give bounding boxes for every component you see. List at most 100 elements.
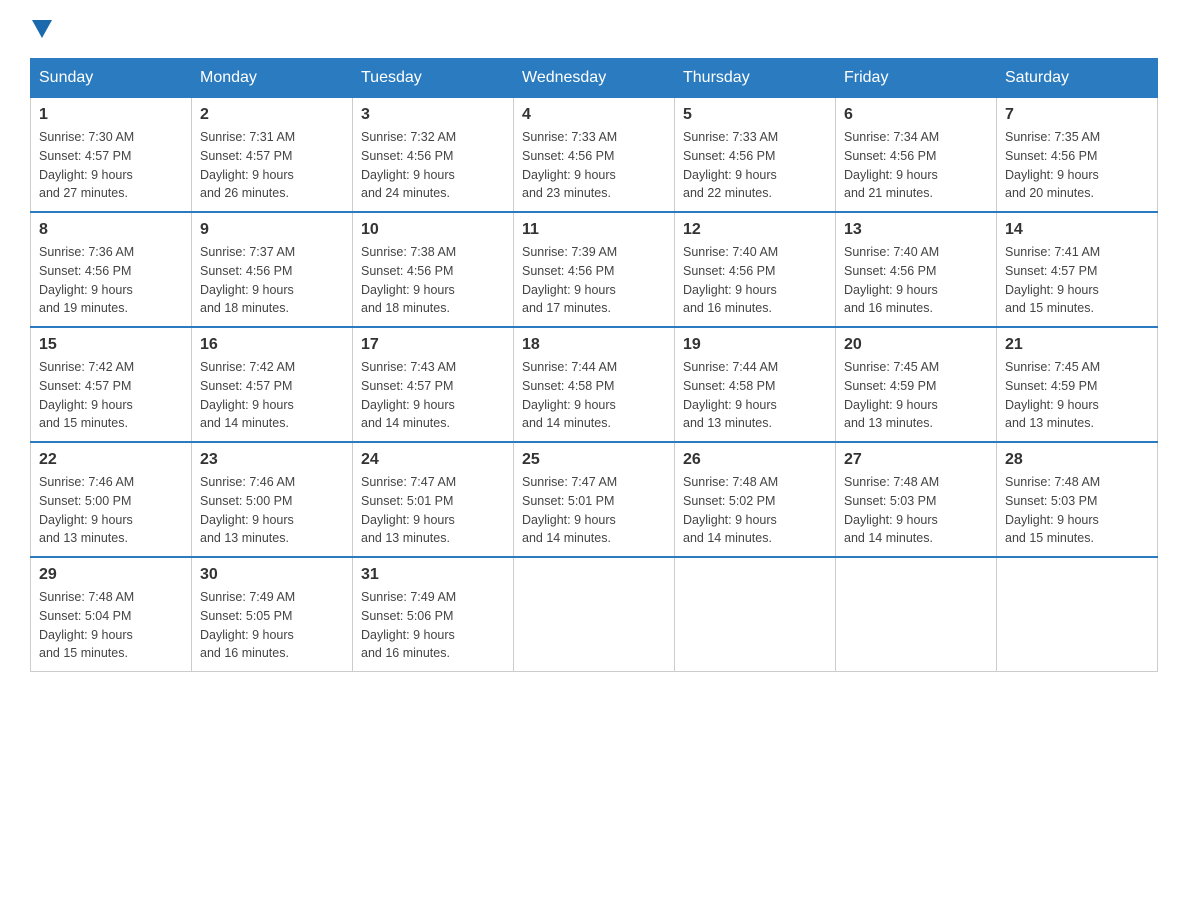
logo: [30, 20, 52, 38]
calendar-header-row: SundayMondayTuesdayWednesdayThursdayFrid…: [31, 59, 1158, 98]
calendar-cell: 31 Sunrise: 7:49 AMSunset: 5:06 PMDayligh…: [353, 557, 514, 672]
calendar-table: SundayMondayTuesdayWednesdayThursdayFrid…: [30, 58, 1158, 672]
calendar-cell: 5 Sunrise: 7:33 AMSunset: 4:56 PMDaylight…: [675, 98, 836, 213]
day-info: Sunrise: 7:49 AMSunset: 5:06 PMDaylight:…: [361, 588, 505, 663]
day-number: 30: [200, 566, 344, 584]
day-number: 6: [844, 106, 988, 124]
day-info: Sunrise: 7:49 AMSunset: 5:05 PMDaylight:…: [200, 588, 344, 663]
day-number: 21: [1005, 336, 1149, 354]
calendar-cell: 26Sunrise: 7:48 AMSunset: 5:02 PMDayligh…: [675, 442, 836, 557]
calendar-cell: [514, 557, 675, 672]
calendar-cell: 22Sunrise: 7:46 AMSunset: 5:00 PMDayligh…: [31, 442, 192, 557]
page-header: [30, 20, 1158, 38]
day-info: Sunrise: 7:42 AMSunset: 4:57 PMDaylight:…: [200, 358, 344, 433]
calendar-cell: 14 Sunrise: 7:41 AMSunset: 4:57 PMDayligh…: [997, 212, 1158, 327]
calendar-cell: 21 Sunrise: 7:45 AMSunset: 4:59 PMDayligh…: [997, 327, 1158, 442]
calendar-cell: 18Sunrise: 7:44 AMSunset: 4:58 PMDayligh…: [514, 327, 675, 442]
calendar-cell: 8 Sunrise: 7:36 AMSunset: 4:56 PMDaylight…: [31, 212, 192, 327]
day-info: Sunrise: 7:46 AMSunset: 5:00 PMDaylight:…: [200, 473, 344, 548]
calendar-cell: 12 Sunrise: 7:40 AMSunset: 4:56 PMDayligh…: [675, 212, 836, 327]
calendar-cell: 6 Sunrise: 7:34 AMSunset: 4:56 PMDaylight…: [836, 98, 997, 213]
calendar-cell: 29 Sunrise: 7:48 AMSunset: 5:04 PMDayligh…: [31, 557, 192, 672]
calendar-cell: 20 Sunrise: 7:45 AMSunset: 4:59 PMDayligh…: [836, 327, 997, 442]
day-info: Sunrise: 7:34 AMSunset: 4:56 PMDaylight:…: [844, 128, 988, 203]
day-info: Sunrise: 7:36 AMSunset: 4:56 PMDaylight:…: [39, 243, 183, 318]
day-info: Sunrise: 7:41 AMSunset: 4:57 PMDaylight:…: [1005, 243, 1149, 318]
calendar-header-saturday: Saturday: [997, 59, 1158, 98]
calendar-cell: 24 Sunrise: 7:47 AMSunset: 5:01 PMDayligh…: [353, 442, 514, 557]
calendar-cell: [836, 557, 997, 672]
calendar-header-thursday: Thursday: [675, 59, 836, 98]
calendar-cell: 9 Sunrise: 7:37 AMSunset: 4:56 PMDaylight…: [192, 212, 353, 327]
day-info: Sunrise: 7:31 AMSunset: 4:57 PMDaylight:…: [200, 128, 344, 203]
day-info: Sunrise: 7:48 AMSunset: 5:03 PMDaylight:…: [844, 473, 988, 548]
day-info: Sunrise: 7:33 AMSunset: 4:56 PMDaylight:…: [683, 128, 827, 203]
calendar-header-sunday: Sunday: [31, 59, 192, 98]
day-info: Sunrise: 7:45 AMSunset: 4:59 PMDaylight:…: [844, 358, 988, 433]
day-info: Sunrise: 7:46 AMSunset: 5:00 PMDaylight:…: [39, 473, 183, 548]
day-number: 24: [361, 451, 505, 469]
calendar-cell: 27 Sunrise: 7:48 AMSunset: 5:03 PMDayligh…: [836, 442, 997, 557]
calendar-cell: [997, 557, 1158, 672]
day-number: 12: [683, 221, 827, 239]
calendar-week-row: 22Sunrise: 7:46 AMSunset: 5:00 PMDayligh…: [31, 442, 1158, 557]
day-number: 7: [1005, 106, 1149, 124]
day-info: Sunrise: 7:39 AMSunset: 4:56 PMDaylight:…: [522, 243, 666, 318]
day-info: Sunrise: 7:44 AMSunset: 4:58 PMDaylight:…: [683, 358, 827, 433]
calendar-week-row: 8 Sunrise: 7:36 AMSunset: 4:56 PMDaylight…: [31, 212, 1158, 327]
day-info: Sunrise: 7:47 AMSunset: 5:01 PMDaylight:…: [522, 473, 666, 548]
day-info: Sunrise: 7:40 AMSunset: 4:56 PMDaylight:…: [844, 243, 988, 318]
day-info: Sunrise: 7:48 AMSunset: 5:04 PMDaylight:…: [39, 588, 183, 663]
calendar-cell: [675, 557, 836, 672]
day-number: 15: [39, 336, 183, 354]
day-info: Sunrise: 7:42 AMSunset: 4:57 PMDaylight:…: [39, 358, 183, 433]
day-number: 4: [522, 106, 666, 124]
calendar-cell: 3 Sunrise: 7:32 AMSunset: 4:56 PMDaylight…: [353, 98, 514, 213]
calendar-week-row: 1 Sunrise: 7:30 AMSunset: 4:57 PMDaylight…: [31, 98, 1158, 213]
day-info: Sunrise: 7:40 AMSunset: 4:56 PMDaylight:…: [683, 243, 827, 318]
day-number: 25: [522, 451, 666, 469]
calendar-cell: 1 Sunrise: 7:30 AMSunset: 4:57 PMDaylight…: [31, 98, 192, 213]
day-number: 11: [522, 221, 666, 239]
day-number: 8: [39, 221, 183, 239]
calendar-cell: 17 Sunrise: 7:43 AMSunset: 4:57 PMDayligh…: [353, 327, 514, 442]
calendar-cell: 4 Sunrise: 7:33 AMSunset: 4:56 PMDaylight…: [514, 98, 675, 213]
day-number: 20: [844, 336, 988, 354]
day-number: 1: [39, 106, 183, 124]
calendar-cell: 16 Sunrise: 7:42 AMSunset: 4:57 PMDayligh…: [192, 327, 353, 442]
calendar-cell: 13 Sunrise: 7:40 AMSunset: 4:56 PMDayligh…: [836, 212, 997, 327]
day-number: 3: [361, 106, 505, 124]
day-number: 16: [200, 336, 344, 354]
day-info: Sunrise: 7:32 AMSunset: 4:56 PMDaylight:…: [361, 128, 505, 203]
day-number: 19: [683, 336, 827, 354]
day-info: Sunrise: 7:43 AMSunset: 4:57 PMDaylight:…: [361, 358, 505, 433]
calendar-cell: 11 Sunrise: 7:39 AMSunset: 4:56 PMDayligh…: [514, 212, 675, 327]
day-number: 17: [361, 336, 505, 354]
calendar-header-friday: Friday: [836, 59, 997, 98]
day-number: 27: [844, 451, 988, 469]
calendar-header-tuesday: Tuesday: [353, 59, 514, 98]
day-info: Sunrise: 7:48 AMSunset: 5:03 PMDaylight:…: [1005, 473, 1149, 548]
day-info: Sunrise: 7:30 AMSunset: 4:57 PMDaylight:…: [39, 128, 183, 203]
calendar-cell: 7 Sunrise: 7:35 AMSunset: 4:56 PMDaylight…: [997, 98, 1158, 213]
day-number: 9: [200, 221, 344, 239]
calendar-cell: 19 Sunrise: 7:44 AMSunset: 4:58 PMDayligh…: [675, 327, 836, 442]
day-number: 14: [1005, 221, 1149, 239]
calendar-cell: 10Sunrise: 7:38 AMSunset: 4:56 PMDayligh…: [353, 212, 514, 327]
calendar-header-monday: Monday: [192, 59, 353, 98]
day-info: Sunrise: 7:44 AMSunset: 4:58 PMDaylight:…: [522, 358, 666, 433]
day-number: 5: [683, 106, 827, 124]
day-number: 29: [39, 566, 183, 584]
calendar-header-wednesday: Wednesday: [514, 59, 675, 98]
day-info: Sunrise: 7:33 AMSunset: 4:56 PMDaylight:…: [522, 128, 666, 203]
day-info: Sunrise: 7:45 AMSunset: 4:59 PMDaylight:…: [1005, 358, 1149, 433]
day-info: Sunrise: 7:37 AMSunset: 4:56 PMDaylight:…: [200, 243, 344, 318]
day-number: 31: [361, 566, 505, 584]
calendar-cell: 2Sunrise: 7:31 AMSunset: 4:57 PMDaylight…: [192, 98, 353, 213]
day-info: Sunrise: 7:35 AMSunset: 4:56 PMDaylight:…: [1005, 128, 1149, 203]
calendar-cell: 30 Sunrise: 7:49 AMSunset: 5:05 PMDayligh…: [192, 557, 353, 672]
day-number: 13: [844, 221, 988, 239]
day-info: Sunrise: 7:47 AMSunset: 5:01 PMDaylight:…: [361, 473, 505, 548]
day-info: Sunrise: 7:38 AMSunset: 4:56 PMDaylight:…: [361, 243, 505, 318]
calendar-cell: 25 Sunrise: 7:47 AMSunset: 5:01 PMDayligh…: [514, 442, 675, 557]
